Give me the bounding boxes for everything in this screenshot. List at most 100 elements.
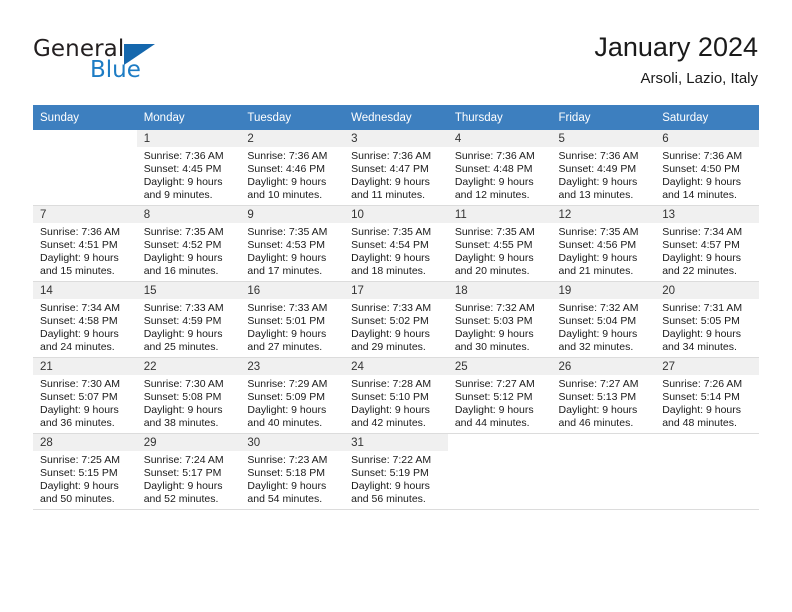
calendar-day-cell[interactable]: 25 Sunrise: 7:27 AM Sunset: 5:12 PM Dayligh…	[447, 358, 552, 434]
calendar-day-cell[interactable]: 7 Sunrise: 7:36 AM Sunset: 4:51 PM Daylight…	[33, 206, 137, 282]
daylight-text-line2: and 16 minutes.	[143, 265, 219, 277]
daylight-text-line2: and 10 minutes.	[247, 189, 323, 201]
daylight-text-line1: Daylight: 9 hours	[558, 252, 638, 264]
calendar-day-cell[interactable]: 5 Sunrise: 7:36 AM Sunset: 4:49 PM Daylight…	[551, 130, 656, 206]
general-blue-logo[interactable]: General Blue	[33, 36, 213, 86]
calendar-day-cell[interactable]: 17 Sunrise: 7:33 AM Sunset: 5:02 PM Dayligh…	[344, 282, 448, 358]
daylight-text-line2: and 46 minutes.	[558, 417, 634, 429]
page-title: January 2024	[594, 32, 758, 62]
sunset-text: Sunset: 4:51 PM	[40, 239, 118, 251]
daylight-text-line1: Daylight: 9 hours	[143, 480, 223, 492]
calendar-day-cell[interactable]: 13 Sunrise: 7:34 AM Sunset: 4:57 PM Dayligh…	[655, 206, 759, 282]
weekday-header-thursday: Thursday	[447, 105, 552, 130]
day-details: Sunrise: 7:33 AM Sunset: 4:59 PM Daylight:…	[137, 299, 241, 354]
day-details: Sunrise: 7:33 AM Sunset: 5:02 PM Daylight:…	[344, 299, 448, 354]
day-cell-content: 16 Sunrise: 7:33 AM Sunset: 5:01 PM Dayligh…	[240, 282, 345, 358]
day-details: Sunrise: 7:35 AM Sunset: 4:54 PM Daylight:…	[344, 223, 448, 278]
day-details: Sunrise: 7:24 AM Sunset: 5:17 PM Daylight:…	[137, 451, 241, 506]
day-details: Sunrise: 7:27 AM Sunset: 5:13 PM Daylight:…	[552, 375, 656, 430]
calendar-day-cell[interactable]: 6 Sunrise: 7:36 AM Sunset: 4:50 PM Daylight…	[655, 130, 759, 206]
daylight-text-line1: Daylight: 9 hours	[454, 176, 534, 188]
day-details: Sunrise: 7:34 AM Sunset: 4:57 PM Daylight:…	[655, 223, 759, 278]
calendar-day-cell[interactable]: 15 Sunrise: 7:33 AM Sunset: 4:59 PM Dayligh…	[136, 282, 241, 358]
day-cell-empty	[551, 434, 656, 510]
day-cell-empty	[447, 434, 552, 510]
sunrise-text: Sunrise: 7:36 AM	[662, 150, 743, 162]
daylight-text-line1: Daylight: 9 hours	[662, 404, 742, 416]
day-number: 11	[454, 209, 467, 221]
day-details: Sunrise: 7:36 AM Sunset: 4:45 PM Daylight:…	[137, 147, 241, 202]
calendar-day-cell[interactable]: 30 Sunrise: 7:23 AM Sunset: 5:18 PM Dayligh…	[240, 434, 345, 510]
daylight-text-line2: and 56 minutes.	[351, 493, 426, 505]
calendar-day-cell[interactable]: 31 Sunrise: 7:22 AM Sunset: 5:19 PM Dayligh…	[344, 434, 448, 510]
calendar-body: 1 Sunrise: 7:36 AM Sunset: 4:45 PM Daylight…	[33, 130, 759, 510]
sunset-text: Sunset: 5:05 PM	[662, 315, 740, 327]
calendar-day-cell[interactable]: 4 Sunrise: 7:36 AM Sunset: 4:48 PM Daylight…	[447, 130, 552, 206]
daylight-text-line1: Daylight: 9 hours	[40, 328, 119, 340]
sunrise-text: Sunrise: 7:31 AM	[662, 302, 743, 314]
calendar-day-cell	[655, 434, 759, 510]
sunset-text: Sunset: 4:59 PM	[143, 315, 222, 327]
calendar-day-cell[interactable]: 26 Sunrise: 7:27 AM Sunset: 5:13 PM Dayligh…	[551, 358, 656, 434]
weekday-header-tuesday: Tuesday	[240, 105, 345, 130]
calendar-day-cell[interactable]: 14 Sunrise: 7:34 AM Sunset: 4:58 PM Dayligh…	[33, 282, 137, 358]
calendar-day-cell[interactable]: 20 Sunrise: 7:31 AM Sunset: 5:05 PM Dayligh…	[655, 282, 759, 358]
calendar-day-cell[interactable]: 23 Sunrise: 7:29 AM Sunset: 5:09 PM Dayligh…	[240, 358, 345, 434]
calendar-day-cell[interactable]: 27 Sunrise: 7:26 AM Sunset: 5:14 PM Dayligh…	[655, 358, 759, 434]
day-cell-content: 1 Sunrise: 7:36 AM Sunset: 4:45 PM Daylight…	[136, 130, 241, 206]
calendar-day-cell[interactable]: 22 Sunrise: 7:30 AM Sunset: 5:08 PM Dayligh…	[136, 358, 241, 434]
day-details: Sunrise: 7:23 AM Sunset: 5:18 PM Daylight:…	[240, 451, 344, 506]
day-number: 3	[351, 133, 358, 145]
calendar-day-cell[interactable]: 24 Sunrise: 7:28 AM Sunset: 5:10 PM Dayligh…	[344, 358, 448, 434]
day-details: Sunrise: 7:34 AM Sunset: 4:58 PM Daylight:…	[33, 299, 137, 354]
day-number: 31	[351, 437, 364, 449]
calendar-day-cell[interactable]: 11 Sunrise: 7:35 AM Sunset: 4:55 PM Dayligh…	[447, 206, 552, 282]
calendar-day-cell[interactable]: 1 Sunrise: 7:36 AM Sunset: 4:45 PM Daylight…	[136, 130, 241, 206]
calendar-day-cell[interactable]: 10 Sunrise: 7:35 AM Sunset: 4:54 PM Dayligh…	[344, 206, 448, 282]
calendar-day-cell[interactable]: 28 Sunrise: 7:25 AM Sunset: 5:15 PM Dayligh…	[33, 434, 137, 510]
daylight-text-line2: and 17 minutes.	[247, 265, 323, 277]
daylight-text-line1: Daylight: 9 hours	[351, 328, 430, 340]
day-number: 7	[40, 209, 47, 221]
daylight-text-line1: Daylight: 9 hours	[558, 404, 638, 416]
calendar-day-cell[interactable]: 9 Sunrise: 7:35 AM Sunset: 4:53 PM Daylight…	[240, 206, 345, 282]
calendar-week-row: 28 Sunrise: 7:25 AM Sunset: 5:15 PM Dayligh…	[33, 434, 759, 510]
day-number: 4	[454, 133, 462, 145]
day-number: 13	[662, 209, 676, 221]
day-details: Sunrise: 7:33 AM Sunset: 5:01 PM Daylight:…	[240, 299, 344, 354]
weekday-header-saturday: Saturday	[655, 105, 759, 130]
sunset-text: Sunset: 4:46 PM	[247, 163, 326, 175]
day-details: Sunrise: 7:35 AM Sunset: 4:56 PM Daylight:…	[552, 223, 656, 278]
daylight-text-line1: Daylight: 9 hours	[454, 404, 534, 416]
day-cell-content: 21 Sunrise: 7:30 AM Sunset: 5:07 PM Dayligh…	[33, 358, 137, 434]
calendar-day-cell[interactable]: 16 Sunrise: 7:33 AM Sunset: 5:01 PM Dayligh…	[240, 282, 345, 358]
day-cell-content: 14 Sunrise: 7:34 AM Sunset: 4:58 PM Dayligh…	[33, 282, 137, 358]
sunrise-text: Sunrise: 7:27 AM	[454, 378, 535, 390]
calendar-week-row: 1 Sunrise: 7:36 AM Sunset: 4:45 PM Daylight…	[33, 130, 759, 206]
sunset-text: Sunset: 5:04 PM	[558, 315, 637, 327]
sunrise-text: Sunrise: 7:36 AM	[247, 150, 328, 162]
day-cell-content: 10 Sunrise: 7:35 AM Sunset: 4:54 PM Dayligh…	[344, 206, 448, 282]
sunrise-text: Sunrise: 7:35 AM	[247, 226, 328, 238]
calendar-day-cell[interactable]: 21 Sunrise: 7:30 AM Sunset: 5:07 PM Dayligh…	[33, 358, 137, 434]
calendar-day-cell[interactable]: 3 Sunrise: 7:36 AM Sunset: 4:47 PM Daylight…	[344, 130, 448, 206]
calendar-day-cell[interactable]: 29 Sunrise: 7:24 AM Sunset: 5:17 PM Dayligh…	[136, 434, 241, 510]
calendar-day-cell[interactable]: 8 Sunrise: 7:35 AM Sunset: 4:52 PM Daylight…	[136, 206, 241, 282]
calendar-day-cell[interactable]: 12 Sunrise: 7:35 AM Sunset: 4:56 PM Dayligh…	[551, 206, 656, 282]
day-number: 23	[247, 361, 261, 373]
day-cell-content: 4 Sunrise: 7:36 AM Sunset: 4:48 PM Daylight…	[447, 130, 552, 206]
day-details: Sunrise: 7:36 AM Sunset: 4:50 PM Daylight:…	[655, 147, 759, 202]
day-cell-content: 13 Sunrise: 7:34 AM Sunset: 4:57 PM Dayligh…	[655, 206, 759, 282]
daylight-text-line2: and 9 minutes.	[143, 189, 213, 201]
daylight-text-line2: and 24 minutes.	[40, 341, 115, 353]
daylight-text-line1: Daylight: 9 hours	[662, 252, 742, 264]
day-cell-content: 2 Sunrise: 7:36 AM Sunset: 4:46 PM Daylight…	[240, 130, 345, 206]
day-number: 1	[143, 133, 151, 145]
sunrise-text: Sunrise: 7:30 AM	[40, 378, 120, 390]
sunrise-text: Sunrise: 7:35 AM	[143, 226, 224, 238]
calendar-day-cell[interactable]: 19 Sunrise: 7:32 AM Sunset: 5:04 PM Dayligh…	[551, 282, 656, 358]
day-number: 18	[454, 285, 468, 297]
calendar-day-cell[interactable]: 18 Sunrise: 7:32 AM Sunset: 5:03 PM Dayligh…	[447, 282, 552, 358]
calendar-day-cell[interactable]: 2 Sunrise: 7:36 AM Sunset: 4:46 PM Daylight…	[240, 130, 345, 206]
day-details: Sunrise: 7:32 AM Sunset: 5:04 PM Daylight:…	[552, 299, 656, 354]
